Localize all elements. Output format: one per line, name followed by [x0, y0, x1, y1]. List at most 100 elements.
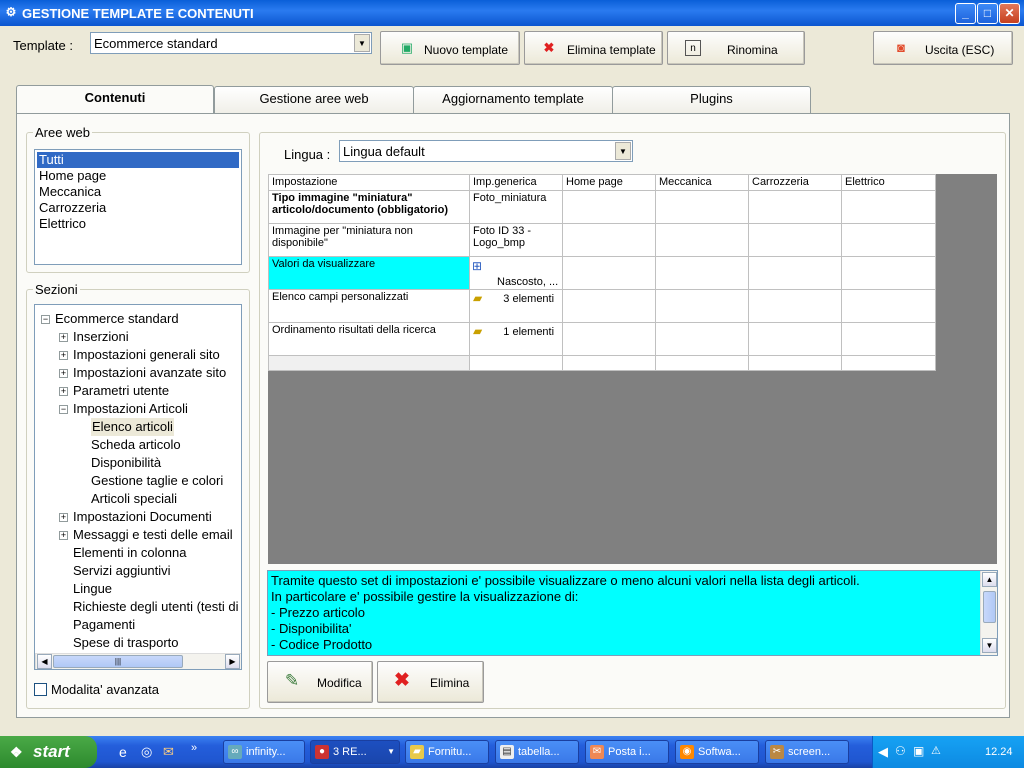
- task-screen[interactable]: ✂ screen...: [765, 740, 849, 764]
- chevron-down-icon[interactable]: ▼: [354, 34, 370, 52]
- scroll-thumb[interactable]: |||: [53, 655, 183, 668]
- setting-value-cell[interactable]: ⊞ Nascosto, ...: [469, 256, 563, 290]
- sezioni-tree[interactable]: − Ecommerce standard + Inserzioni + Impo…: [34, 304, 242, 670]
- tree-root[interactable]: Ecommerce standard: [55, 310, 179, 328]
- scroll-up-icon[interactable]: ▲: [982, 572, 997, 587]
- empty-cell[interactable]: [562, 256, 656, 290]
- scroll-down-icon[interactable]: ▼: [982, 638, 997, 653]
- collapse-icon[interactable]: −: [41, 315, 50, 324]
- expand-icon[interactable]: +: [59, 369, 68, 378]
- tree-node[interactable]: Elementi in colonna: [73, 544, 186, 562]
- empty-cell[interactable]: [655, 289, 749, 323]
- list-item[interactable]: Tutti: [37, 152, 239, 168]
- task-software[interactable]: ◉ Softwa...: [675, 740, 759, 764]
- empty-cell[interactable]: [841, 322, 936, 356]
- tree-node[interactable]: Impostazioni generali sito: [73, 346, 220, 364]
- mail-icon[interactable]: ✉: [163, 744, 174, 760]
- modalita-checkbox[interactable]: [34, 683, 47, 696]
- scroll-left-icon[interactable]: ◀: [37, 654, 52, 669]
- table-row-selected[interactable]: Valori da visualizzare ⊞ Nascosto, ...: [268, 256, 936, 290]
- empty-cell[interactable]: [562, 355, 656, 371]
- empty-cell[interactable]: [469, 355, 563, 371]
- empty-cell[interactable]: [748, 355, 842, 371]
- description-vscrollbar[interactable]: ▲ ▼: [980, 571, 997, 655]
- table-row[interactable]: Ordinamento risultati della ricerca ▰ 1 …: [268, 322, 936, 356]
- expand-icon[interactable]: +: [59, 351, 68, 360]
- close-button[interactable]: ✕: [999, 3, 1020, 24]
- list-item[interactable]: Meccanica: [37, 184, 239, 200]
- setting-name[interactable]: Ordinamento risultati della ricerca: [268, 322, 470, 356]
- template-select[interactable]: Ecommerce standard ▼: [90, 32, 372, 54]
- setting-value-cell[interactable]: ▰ 1 elementi: [469, 322, 563, 356]
- minimize-button[interactable]: _: [955, 3, 976, 24]
- task-forniture[interactable]: ▰ Fornitu...: [405, 740, 489, 764]
- empty-cell[interactable]: [748, 256, 842, 290]
- setting-name[interactable]: Elenco campi personalizzati: [268, 289, 470, 323]
- tree-node[interactable]: Lingue: [73, 580, 112, 598]
- tree-node[interactable]: Impostazioni avanzate sito: [73, 364, 226, 382]
- tree-hscrollbar[interactable]: ◀ ||| ▶: [35, 653, 241, 669]
- column-header[interactable]: Meccanica: [655, 174, 749, 191]
- table-row[interactable]: Elenco campi personalizzati ▰ 3 elementi: [268, 289, 936, 323]
- settings-grid[interactable]: Impostazione Imp.generica Home page Mecc…: [268, 174, 997, 564]
- task-tabella[interactable]: ▤ tabella...: [495, 740, 579, 764]
- empty-cell[interactable]: [268, 355, 470, 371]
- lingua-select[interactable]: Lingua default ▼: [339, 140, 633, 162]
- tab-contenuti[interactable]: Contenuti: [16, 85, 214, 114]
- empty-cell[interactable]: [562, 322, 656, 356]
- tree-node[interactable]: Parametri utente: [73, 382, 169, 400]
- setting-value-cell[interactable]: ▰ 3 elementi: [469, 289, 563, 323]
- scroll-thumb[interactable]: [983, 591, 996, 623]
- display-icon[interactable]: ▣: [913, 744, 924, 758]
- tree-node[interactable]: Spese di trasporto: [73, 634, 179, 652]
- empty-cell[interactable]: [748, 322, 842, 356]
- tree-node[interactable]: Disponibilità: [91, 454, 161, 472]
- expand-icon[interactable]: +: [59, 387, 68, 396]
- tree-node[interactable]: Inserzioni: [73, 328, 129, 346]
- task-3re[interactable]: ● 3 RE... ▼: [310, 740, 400, 764]
- tab-plugins[interactable]: Plugins: [612, 86, 811, 113]
- maximize-button[interactable]: □: [977, 3, 998, 24]
- tree-node[interactable]: Articoli speciali: [91, 490, 177, 508]
- nuovo-template-button[interactable]: ▣ Nuovo template: [380, 31, 520, 65]
- tree-node[interactable]: Pagamenti: [73, 616, 135, 634]
- expand-icon[interactable]: +: [59, 531, 68, 540]
- tree-node[interactable]: Impostazioni Articoli: [73, 400, 188, 418]
- empty-cell[interactable]: [841, 223, 936, 257]
- tree-node-selected[interactable]: Elenco articoli: [91, 418, 174, 436]
- desktop-icon[interactable]: ◎: [141, 744, 152, 760]
- setting-name[interactable]: Valori da visualizzare: [268, 256, 470, 290]
- list-item[interactable]: Carrozzeria: [37, 200, 239, 216]
- tree-node[interactable]: Messaggi e testi delle email: [73, 526, 233, 544]
- column-header[interactable]: Home page: [562, 174, 656, 191]
- empty-cell[interactable]: [655, 256, 749, 290]
- table-row-empty[interactable]: [268, 355, 936, 371]
- expand-icon[interactable]: +: [59, 333, 68, 342]
- empty-cell[interactable]: [748, 190, 842, 224]
- elimina-template-button[interactable]: ✖ Elimina template: [524, 31, 663, 65]
- column-header[interactable]: Carrozzeria: [748, 174, 842, 191]
- chevron-down-icon[interactable]: ▼: [615, 142, 631, 160]
- empty-cell[interactable]: [841, 289, 936, 323]
- rinomina-button[interactable]: n Rinomina: [667, 31, 805, 65]
- show-hidden-icon[interactable]: ◀: [878, 744, 888, 760]
- uscita-button[interactable]: ◙ Uscita (ESC): [873, 31, 1013, 65]
- empty-cell[interactable]: [655, 355, 749, 371]
- table-row[interactable]: Tipo immagine "miniatura" articolo/docum…: [268, 190, 936, 224]
- ie-icon[interactable]: e: [119, 744, 127, 760]
- tab-gestione-aree-web[interactable]: Gestione aree web: [214, 86, 414, 113]
- list-item[interactable]: Home page: [37, 168, 239, 184]
- tree-node[interactable]: Servizi aggiuntivi: [73, 562, 171, 580]
- empty-cell[interactable]: [655, 322, 749, 356]
- column-header[interactable]: Impostazione: [268, 174, 470, 191]
- description-box[interactable]: Tramite questo set di impostazioni e' po…: [267, 570, 998, 656]
- tree-node[interactable]: Richieste degli utenti (testi di: [73, 598, 238, 616]
- setting-name[interactable]: Tipo immagine "miniatura" articolo/docum…: [268, 190, 470, 224]
- empty-cell[interactable]: [562, 289, 656, 323]
- setting-value[interactable]: Foto_miniatura: [469, 190, 563, 224]
- elimina-button[interactable]: ✖ Elimina: [377, 661, 484, 703]
- empty-cell[interactable]: [841, 190, 936, 224]
- empty-cell[interactable]: [748, 289, 842, 323]
- empty-cell[interactable]: [841, 355, 936, 371]
- column-header[interactable]: Imp.generica: [469, 174, 563, 191]
